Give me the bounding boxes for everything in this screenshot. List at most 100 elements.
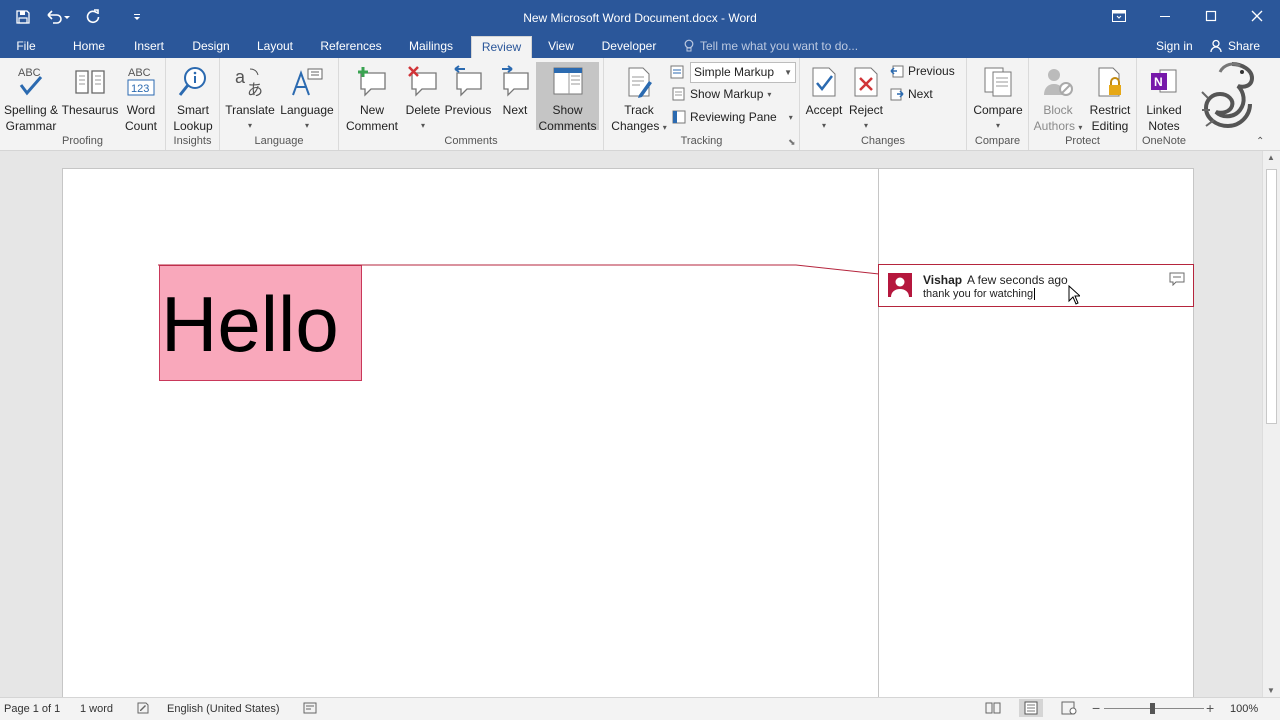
- markup-area: Vishap A few seconds ago thank you for w…: [878, 168, 1194, 697]
- tell-me-placeholder: Tell me what you want to do...: [700, 39, 859, 53]
- smart-lookup-button[interactable]: Smart Lookup: [170, 62, 216, 134]
- previous-comment-icon: [443, 62, 493, 102]
- comment-text[interactable]: thank you for watching: [923, 288, 1036, 301]
- spelling-check-icon: ABC: [2, 62, 60, 102]
- close-button[interactable]: [1234, 0, 1280, 32]
- vertical-scrollbar[interactable]: ▲ ▼: [1262, 151, 1280, 697]
- page-count[interactable]: Page 1 of 1: [4, 703, 60, 715]
- title-bar: New Microsoft Word Document.docx - Word: [0, 0, 1280, 36]
- tab-mailings[interactable]: Mailings: [402, 36, 460, 58]
- spelling-label-1: Spelling &: [3, 103, 59, 117]
- zoom-out-icon[interactable]: −: [1092, 700, 1100, 716]
- language-button[interactable]: Language ▾: [278, 62, 336, 134]
- next-comment-button[interactable]: Next: [495, 62, 535, 118]
- scroll-down-icon[interactable]: ▼: [1267, 686, 1275, 695]
- restrict-editing-label-1: Restrict: [1089, 103, 1131, 117]
- tab-references[interactable]: References: [316, 36, 386, 58]
- smart-lookup-label-2: Lookup: [173, 119, 213, 133]
- ribbon-display-options-button[interactable]: [1096, 0, 1142, 32]
- restrict-editing-label-2: Editing: [1091, 119, 1129, 133]
- linked-notes-button[interactable]: N Linked Notes: [1139, 62, 1189, 134]
- onenote-group-label: OneNote: [1141, 135, 1187, 147]
- zoom-in-icon[interactable]: +: [1206, 700, 1214, 716]
- block-authors-button[interactable]: Block Authors ▾: [1031, 62, 1085, 136]
- word-count[interactable]: 1 word: [80, 703, 113, 715]
- insights-group-label: Insights: [173, 135, 212, 147]
- track-changes-button[interactable]: Track Changes ▾: [610, 62, 668, 136]
- tell-me-box[interactable]: Tell me what you want to do...: [684, 39, 858, 53]
- lightbulb-icon: [684, 39, 694, 52]
- status-bar: Page 1 of 1 1 word English (United State…: [0, 697, 1280, 720]
- track-changes-icon: [610, 62, 668, 102]
- comment-balloon[interactable]: Vishap A few seconds ago thank you for w…: [878, 264, 1194, 307]
- chevron-down-icon: ▾: [788, 112, 793, 122]
- new-comment-button[interactable]: New Comment: [341, 62, 403, 134]
- print-layout-icon[interactable]: [1019, 699, 1043, 717]
- chevron-down-icon: ▼: [784, 68, 792, 77]
- reject-label: Reject: [848, 103, 883, 117]
- protect-group-label: Protect: [1065, 135, 1100, 147]
- document-area[interactable]: Hello Vishap A few seconds ago thank you…: [0, 151, 1262, 697]
- sign-in-link[interactable]: Sign in: [1156, 39, 1193, 53]
- scrollbar-thumb[interactable]: [1266, 169, 1277, 424]
- web-layout-icon[interactable]: [1061, 701, 1077, 718]
- scroll-up-icon[interactable]: ▲: [1267, 153, 1275, 162]
- tab-design[interactable]: Design: [186, 36, 236, 58]
- spelling-grammar-button[interactable]: ABC Spelling & Grammar: [2, 62, 60, 134]
- collapse-ribbon-icon[interactable]: ⌃: [1256, 136, 1264, 147]
- tab-file[interactable]: File: [8, 36, 44, 58]
- reject-button[interactable]: Reject ▾: [846, 62, 886, 134]
- tab-review[interactable]: Review: [471, 36, 532, 58]
- minimize-icon: [1160, 16, 1170, 17]
- proofing-group: ABC Spelling & Grammar Thesaurus ABC 123 …: [0, 58, 166, 150]
- block-authors-icon: [1031, 62, 1085, 102]
- svg-text:N: N: [1154, 75, 1163, 89]
- minimize-button[interactable]: [1142, 0, 1188, 32]
- display-for-review-dropdown[interactable]: Simple Markup ▼: [690, 62, 796, 83]
- smart-lookup-label-1: Smart: [176, 103, 209, 117]
- read-mode-icon[interactable]: [985, 701, 1001, 718]
- next-change-label: Next: [908, 87, 933, 101]
- next-comment-label: Next: [502, 103, 528, 117]
- linked-notes-label-2: Notes: [1148, 119, 1180, 133]
- person-icon: [1210, 39, 1222, 53]
- block-authors-label-2: Authors ▾: [1033, 119, 1083, 133]
- lock-document-icon: [1085, 62, 1135, 102]
- tab-layout[interactable]: Layout: [250, 36, 300, 58]
- show-comments-button[interactable]: Show Comments: [536, 62, 599, 133]
- language-label: Language: [280, 103, 334, 117]
- next-change-button[interactable]: Next: [890, 87, 933, 101]
- zoom-slider-thumb[interactable]: [1150, 703, 1155, 714]
- close-icon: [1251, 10, 1263, 22]
- proofing-status-icon[interactable]: [136, 701, 150, 718]
- show-markup-button[interactable]: Show Markup ▾: [672, 87, 771, 101]
- language-status[interactable]: English (United States): [167, 703, 280, 715]
- translate-button[interactable]: aあ Translate ▾: [224, 62, 276, 134]
- delete-label: Delete: [405, 103, 441, 117]
- new-comment-label-2: Comment: [345, 119, 398, 133]
- display-for-review-icon-btn[interactable]: [670, 64, 686, 80]
- reviewing-pane-button[interactable]: Reviewing Pane ▾: [672, 110, 793, 124]
- word-count-label-2: Count: [124, 119, 158, 133]
- tab-home[interactable]: Home: [66, 36, 112, 58]
- tab-view[interactable]: View: [543, 36, 579, 58]
- compare-button[interactable]: Compare ▾: [971, 62, 1025, 134]
- show-markup-label: Show Markup: [690, 87, 764, 101]
- restrict-editing-button[interactable]: Restrict Editing: [1085, 62, 1135, 134]
- tab-developer[interactable]: Developer: [596, 36, 662, 58]
- macro-recording-icon[interactable]: [303, 701, 317, 718]
- accept-button[interactable]: Accept ▾: [804, 62, 844, 134]
- thesaurus-button[interactable]: Thesaurus: [60, 62, 120, 118]
- word-count-button[interactable]: ABC 123 Word Count: [120, 62, 162, 134]
- compare-label: Compare: [973, 103, 1023, 117]
- delete-comment-button[interactable]: Delete ▾: [403, 62, 443, 134]
- maximize-button[interactable]: [1188, 0, 1234, 32]
- previous-comment-button[interactable]: Previous: [443, 62, 493, 118]
- previous-change-button[interactable]: Previous: [890, 64, 955, 78]
- tab-insert[interactable]: Insert: [127, 36, 171, 58]
- zoom-level[interactable]: 100%: [1230, 703, 1258, 715]
- reply-button[interactable]: [1169, 272, 1185, 289]
- magnifier-info-icon: [170, 62, 216, 102]
- share-button[interactable]: Share: [1210, 39, 1260, 53]
- word-count-label-1: Word: [126, 103, 156, 117]
